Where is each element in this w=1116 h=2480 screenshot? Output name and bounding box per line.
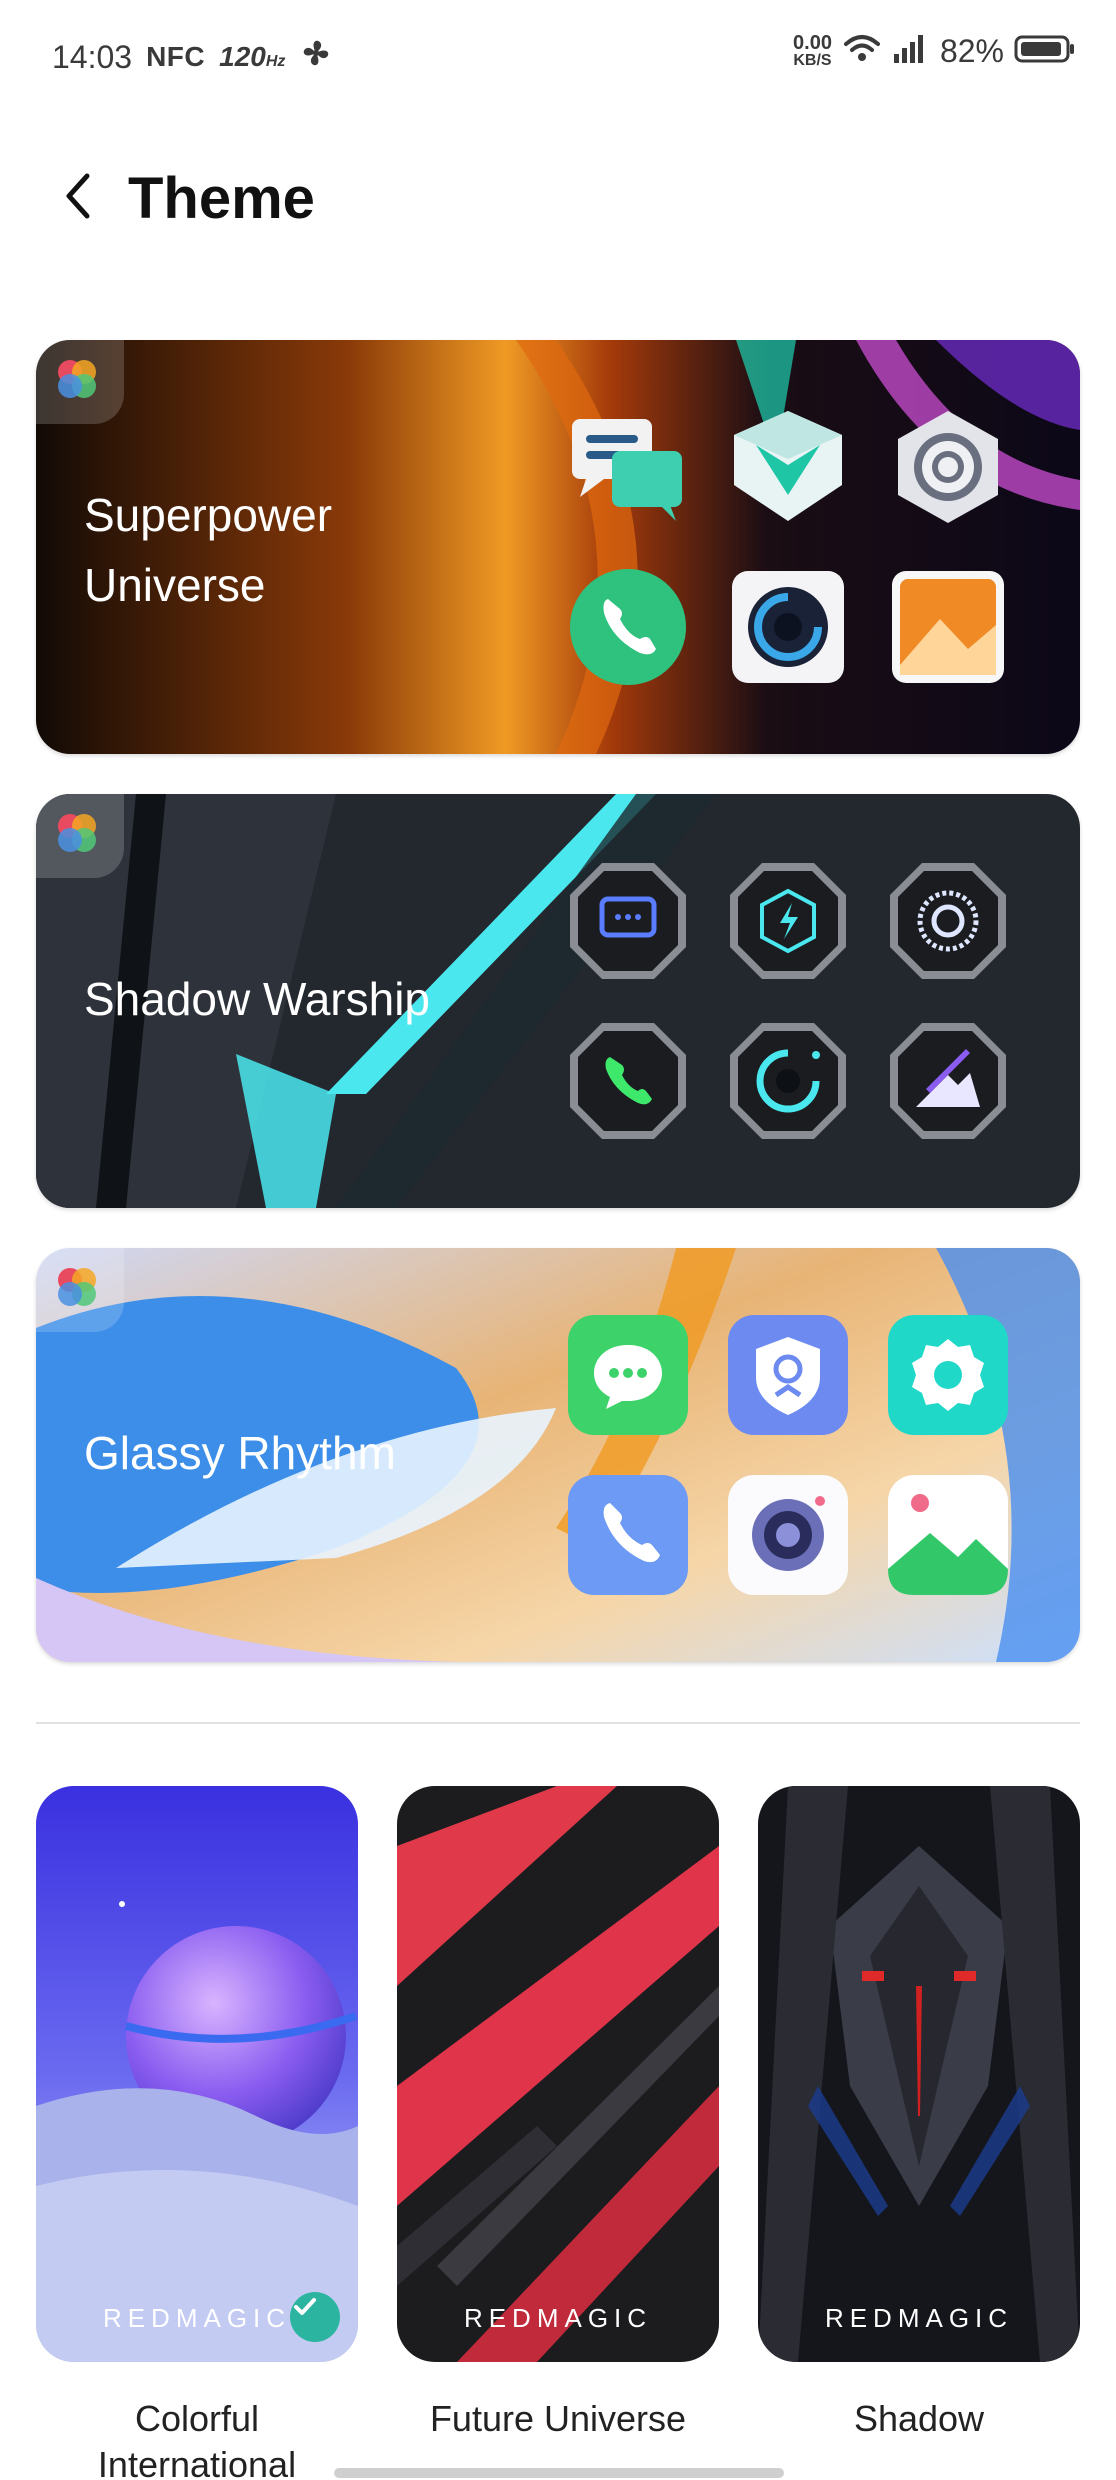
- messages-icon: [566, 405, 690, 529]
- security-icon: [726, 405, 850, 529]
- theme-badge: [36, 1248, 124, 1332]
- selected-check-icon: [290, 2292, 340, 2342]
- theme-name: Superpower Universe: [84, 480, 332, 620]
- wifi-icon: [842, 32, 882, 71]
- wallpaper-label: Colorful International: [27, 2396, 367, 2480]
- wallpaper-label: Future Universe: [429, 2398, 687, 2439]
- refresh-rate-unit: Hz: [265, 53, 286, 70]
- settings-icon: [886, 1313, 1010, 1437]
- wallpaper-label-line1: Colorful: [134, 2398, 260, 2439]
- battery-percent: 82%: [939, 33, 1004, 69]
- status-left: 14:03 NFC 120Hz: [52, 36, 333, 78]
- phone-icon: [566, 1473, 690, 1597]
- fan-icon: [299, 36, 333, 78]
- status-time: 14:03: [52, 38, 133, 75]
- battery-icon: [1014, 34, 1076, 69]
- settings-icon: [886, 405, 1010, 529]
- page-title: Theme: [128, 166, 315, 231]
- messages-icon: [566, 859, 690, 983]
- theme-badge: [36, 794, 124, 878]
- page-header: Theme: [56, 165, 315, 232]
- theme-card-shadow-warship[interactable]: Shadow Warship: [36, 794, 1080, 1208]
- status-right: 0.00 KB/S 82%: [793, 32, 1076, 71]
- camera-icon: [726, 1473, 850, 1597]
- phone-icon: [566, 1019, 690, 1143]
- home-indicator[interactable]: [334, 2468, 784, 2478]
- wallpaper-preview: [758, 1786, 1080, 2362]
- gallery-icon: [886, 565, 1010, 689]
- wallpaper-tile-shadow[interactable]: REDMAGIC: [758, 1786, 1080, 2362]
- wallpaper-tile-colorful-international[interactable]: REDMAGIC: [36, 1786, 358, 2362]
- camera-icon: [726, 565, 850, 689]
- refresh-rate-indicator: 120Hz: [219, 41, 285, 73]
- bolt-icon: [726, 859, 850, 983]
- wallpaper-brand-logo: REDMAGIC: [463, 2303, 653, 2333]
- chevron-left-icon: [63, 172, 93, 225]
- section-divider: [36, 1722, 1080, 1724]
- status-bar: 14:03 NFC 120Hz 0.00 KB/S 82%: [0, 0, 1116, 110]
- messages-icon: [566, 1313, 690, 1437]
- phone-icon: [566, 565, 690, 689]
- theme-icon-preview: [566, 859, 1016, 1149]
- security-icon: [726, 1313, 850, 1437]
- wallpaper-preview: [36, 1786, 358, 2362]
- gallery-icon: [886, 1019, 1010, 1143]
- gallery-icon: [886, 1473, 1010, 1597]
- settings-icon: [886, 859, 1010, 983]
- wallpaper-label: Shadow: [853, 2398, 985, 2439]
- theme-card-glassy-rhythm[interactable]: Glassy Rhythm: [36, 1248, 1080, 1662]
- network-speed: 0.00 KB/S: [793, 31, 832, 70]
- signal-icon: [892, 34, 926, 69]
- theme-name: Shadow Warship: [84, 973, 431, 1025]
- wallpaper-preview: [397, 1786, 719, 2362]
- wallpaper-label-line2: International: [97, 2444, 297, 2480]
- theme-icon-preview: [566, 405, 1016, 695]
- theme-name: Glassy Rhythm: [84, 1427, 396, 1479]
- theme-badge: [36, 340, 124, 424]
- theme-icon-preview: [566, 1313, 1016, 1603]
- theme-name-line1: Superpower: [84, 489, 333, 541]
- network-speed-value: 0.00: [793, 31, 832, 54]
- network-speed-unit: KB/S: [793, 51, 832, 69]
- back-button[interactable]: [56, 169, 100, 229]
- nfc-indicator: NFC: [146, 41, 206, 72]
- theme-card-superpower-universe[interactable]: Superpower Universe: [36, 340, 1080, 754]
- wallpaper-brand-logo: REDMAGIC: [824, 2303, 1014, 2333]
- theme-name-line2: Universe: [84, 559, 266, 611]
- refresh-rate-value: 120: [219, 41, 266, 72]
- camera-icon: [726, 1019, 850, 1143]
- wallpaper-tile-future-universe[interactable]: REDMAGIC: [397, 1786, 719, 2362]
